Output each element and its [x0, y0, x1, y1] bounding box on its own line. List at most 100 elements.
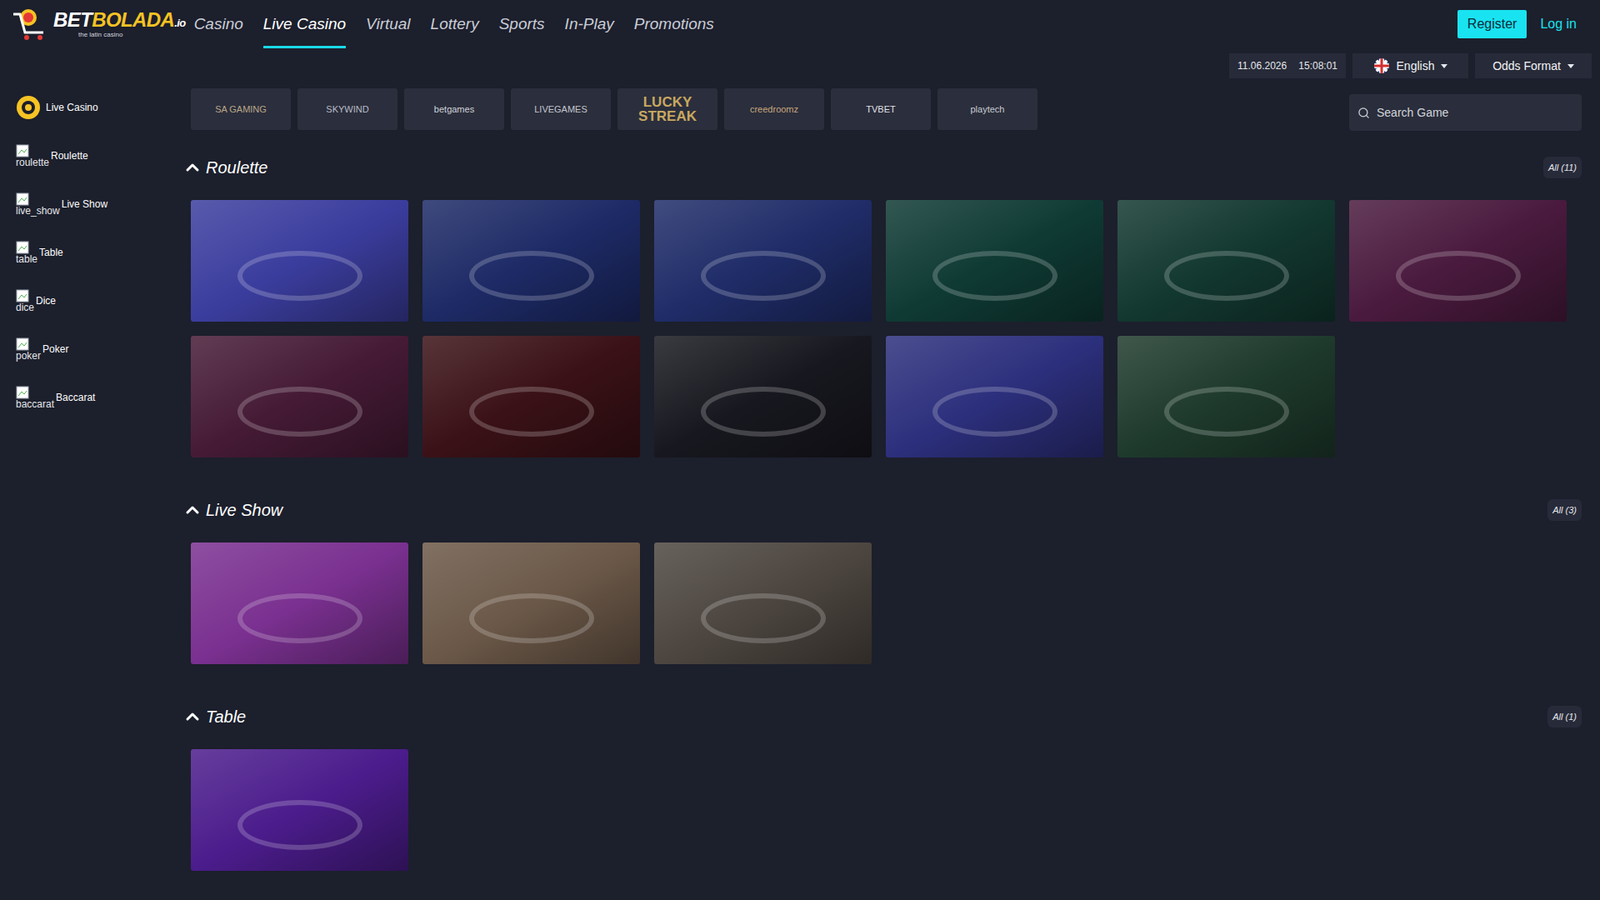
game-tile[interactable] [190, 200, 409, 322]
date: 11.06.2026 [1237, 58, 1287, 74]
game-tile[interactable] [1349, 200, 1567, 322]
game-tile[interactable] [654, 335, 872, 458]
show-all-badge[interactable]: All (3) [1547, 499, 1582, 522]
game-tile[interactable] [885, 200, 1104, 322]
sidebar-item[interactable]: Live Casino [15, 83, 191, 132]
nav-item[interactable]: Sports [499, 0, 545, 49]
game-tile[interactable] [422, 335, 640, 458]
game-section: TableAll (1) [190, 701, 1582, 871]
game-tile[interactable] [885, 335, 1104, 458]
main-menu: Casino Live Casino Virtual Lottery Sports In-… [194, 0, 715, 49]
chip-icon [15, 95, 41, 120]
nav-item[interactable]: In-Play [565, 0, 615, 49]
chevron-up-icon [182, 500, 203, 520]
nav-item[interactable]: Promotions [634, 0, 715, 49]
register-button[interactable]: Register [1457, 10, 1528, 39]
image-alt-text: live_show [15, 205, 60, 216]
broken-image-icon [15, 289, 30, 303]
sidebar-item[interactable]: diceDice [15, 276, 191, 325]
game-tile[interactable] [190, 335, 409, 458]
sidebar-item[interactable]: baccaratBaccarat [15, 373, 191, 422]
time: 15:08:01 [1298, 58, 1338, 74]
game-tile[interactable] [422, 200, 640, 322]
game-tile[interactable] [654, 200, 872, 322]
game-tile[interactable] [190, 749, 409, 871]
sidebar-item-label: Live Casino [45, 100, 99, 115]
game-tile[interactable] [190, 542, 409, 665]
broken-image-icon [15, 240, 30, 255]
login-link[interactable]: Log in [1540, 14, 1577, 35]
broken-image: roulette [15, 144, 50, 168]
image-alt-text: dice [15, 302, 35, 313]
sidebar-item[interactable]: pokerPoker [15, 325, 191, 374]
broken-image: baccarat [15, 385, 55, 410]
tile-grid [190, 542, 1582, 665]
provider-button[interactable]: SA GAMING [190, 88, 291, 130]
sidebar-item[interactable]: rouletteRoulette [15, 131, 191, 180]
broken-image-icon [15, 144, 30, 158]
logo-text: BOLADA [91, 10, 175, 30]
show-all-badge[interactable]: All (1) [1547, 705, 1582, 729]
broken-image-icon [15, 385, 30, 400]
chevron-up-icon [182, 706, 203, 727]
nav-item[interactable]: Virtual [365, 0, 411, 49]
caret-down-icon [1440, 64, 1448, 69]
toolbar: 11.06.2026 15:08:01 EnglishOdds Format [0, 53, 1600, 79]
provider-button[interactable]: LIVEGAMES [510, 88, 611, 130]
logo-text: BET [53, 10, 92, 30]
game-tile[interactable] [654, 542, 872, 665]
sidebar: Live CasinorouletteRoulettelive_showLive… [0, 83, 191, 871]
provider-button[interactable]: SKYWIND [297, 88, 398, 130]
game-section: RouletteAll (11) [190, 152, 1582, 458]
nav-item[interactable]: Casino [194, 0, 244, 49]
game-section: Live ShowAll (3) [190, 495, 1582, 665]
nav-item[interactable]: Lottery [430, 0, 480, 49]
top-nav: BETBOLADA.iothe latin casinoCasino Live C… [0, 0, 1600, 49]
uk-flag-icon [1373, 57, 1390, 75]
sidebar-item-label: Baccarat [55, 390, 95, 405]
broken-image: live_show [15, 192, 60, 216]
caret-down-icon [1567, 64, 1575, 69]
provider-strip: SA GAMINGSKYWINDbetgamesLIVEGAMESLUCKY S… [190, 88, 1038, 130]
content: SA GAMINGSKYWINDbetgamesLIVEGAMESLUCKY S… [190, 88, 1600, 871]
nav-item[interactable]: Live Casino [263, 0, 346, 49]
image-alt-text: poker [15, 350, 41, 361]
game-tile[interactable] [422, 542, 640, 665]
odds-format-select[interactable]: Odds Format [1475, 53, 1592, 79]
image-alt-text: roulette [15, 157, 50, 168]
provider-button[interactable]: LUCKY STREAK [617, 88, 718, 130]
game-tile[interactable] [1117, 200, 1335, 322]
show-all-badge[interactable]: All (11) [1543, 156, 1582, 180]
search-box[interactable]: Search Game [1349, 94, 1582, 131]
language-select[interactable]: English [1352, 53, 1469, 79]
logo-text: .io [174, 17, 185, 29]
image-alt-text: baccarat [15, 399, 55, 410]
broken-image-icon [15, 192, 30, 206]
search-placeholder: Search Game [1376, 104, 1449, 122]
section-toggle[interactable]: Live Show [182, 497, 283, 523]
provider-button[interactable]: TVBET [830, 88, 931, 130]
broken-image: table [15, 240, 38, 265]
game-tile[interactable] [1117, 335, 1335, 458]
tile-grid [190, 200, 1582, 458]
broken-image-icon [15, 337, 30, 351]
sidebar-item[interactable]: live_showLive Show [15, 180, 191, 229]
sidebar-item-label: Live Show [61, 196, 108, 212]
sidebar-item-label: Table [39, 245, 64, 260]
sidebar-item-label: Dice [35, 293, 56, 309]
section-toggle[interactable]: Roulette [182, 155, 269, 180]
sidebar-item-label: Roulette [50, 148, 89, 164]
broken-image: poker [15, 337, 41, 361]
section-toggle[interactable]: Table [182, 704, 246, 730]
sidebar-item-label: Poker [42, 341, 69, 357]
datetime: 11.06.2026 15:08:01 [1229, 53, 1346, 79]
logo-cart-icon [10, 5, 50, 43]
provider-button[interactable]: betgames [404, 88, 505, 130]
broken-image: dice [15, 289, 35, 313]
sidebar-item[interactable]: tableTable [15, 228, 191, 277]
tile-grid [190, 749, 1582, 871]
provider-button[interactable]: creedroomz [724, 88, 825, 130]
search-icon [1357, 106, 1370, 120]
logo[interactable]: BETBOLADA.iothe latin casino [10, 5, 186, 43]
provider-button[interactable]: playtech [937, 88, 1038, 130]
